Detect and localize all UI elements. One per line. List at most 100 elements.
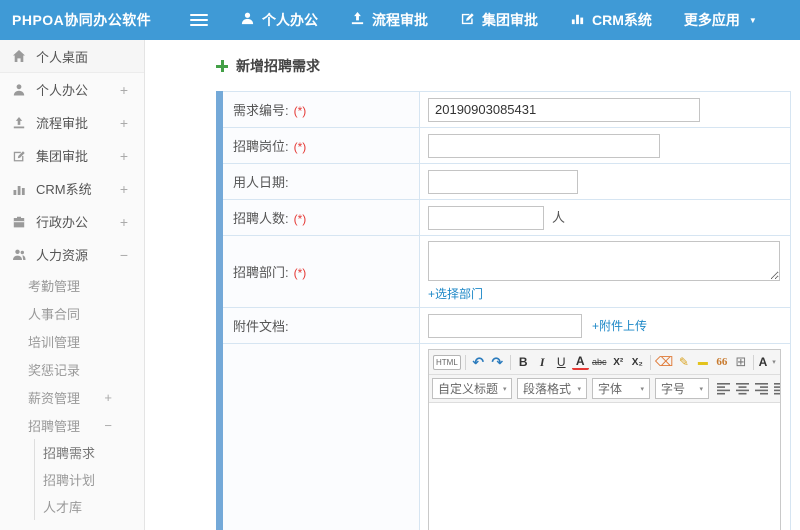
page-title: 新增招聘需求: [236, 58, 320, 74]
nav-crm-system[interactable]: CRM系统: [570, 10, 652, 30]
expand-toggle-icon[interactable]: +: [120, 181, 128, 197]
position-input[interactable]: [428, 133, 660, 158]
sidebar-item-label: 招聘计划: [43, 473, 96, 488]
sidebar-item-group-approval[interactable]: 集团审批 +: [0, 139, 144, 172]
sidebar-item-crm[interactable]: CRM系统 +: [0, 172, 144, 205]
sidebar-item-label: CRM系统: [36, 182, 92, 197]
sidebar-item-label: 薪资管理: [28, 390, 81, 406]
main-content: 新增招聘需求 需求编号: (*) 招聘岗位: (*) 用人日期:: [146, 40, 800, 530]
align-right-icon[interactable]: [753, 380, 770, 397]
sidebar-item-label: 考勤管理: [28, 278, 81, 294]
form-row-hire-date: 用人日期:: [219, 163, 791, 200]
nav-more-apps[interactable]: 更多应用 ▼: [684, 10, 757, 30]
editor-content-area[interactable]: [429, 403, 780, 530]
underline-icon[interactable]: U: [553, 353, 570, 371]
subscript-icon[interactable]: X₂: [629, 353, 646, 371]
field-label: 需求编号:: [233, 103, 289, 118]
sidebar-item-salary[interactable]: 薪资管理 +: [0, 383, 144, 411]
attachment-upload-link[interactable]: +附件上传: [592, 319, 647, 333]
sidebar-item-personal-office[interactable]: 个人办公 +: [0, 73, 144, 106]
sidebar-item-workflow-approval[interactable]: 流程审批 +: [0, 106, 144, 139]
sidebar-item-talent-pool[interactable]: 人才库: [35, 493, 144, 520]
bar-chart-icon: [12, 182, 27, 196]
upload-icon: [12, 116, 27, 130]
toolbar-separator: [509, 354, 511, 370]
nav-group-approval[interactable]: 集团审批: [460, 10, 538, 30]
sidebar-item-label: 人力资源: [36, 248, 89, 263]
demand-no-input[interactable]: [428, 97, 700, 122]
sidebar-item-recruit-plan[interactable]: 招聘计划: [35, 466, 144, 493]
italic-icon[interactable]: I: [534, 353, 551, 371]
sidebar-item-admin-office[interactable]: 行政办公 +: [0, 205, 144, 238]
user-icon: [12, 83, 27, 97]
font-size-dropdown[interactable]: 字号 ▾: [655, 378, 709, 399]
sidebar-item-hr[interactable]: 人力资源 −: [0, 238, 144, 271]
hire-date-input[interactable]: [428, 169, 578, 194]
undo-icon[interactable]: ↶: [470, 353, 487, 371]
font-size-icon[interactable]: A ▾: [758, 353, 776, 371]
sidebar-item-training[interactable]: 培训管理: [0, 327, 144, 355]
hamburger-icon[interactable]: [190, 11, 210, 29]
expand-toggle-icon[interactable]: +: [104, 390, 112, 405]
field-label: 用人日期:: [233, 175, 289, 190]
form-row-attachment: 附件文档: +附件上传: [219, 307, 791, 344]
recruit-submenu: 招聘需求 招聘计划 人才库: [34, 439, 144, 520]
nav-workflow-approval[interactable]: 流程审批: [350, 10, 428, 30]
sidebar-item-label: 人事合同: [28, 306, 81, 322]
collapse-toggle-icon[interactable]: −: [104, 418, 112, 433]
nav-label: 更多应用: [683, 12, 740, 28]
expand-toggle-icon[interactable]: +: [120, 82, 128, 98]
headcount-unit: 人: [552, 210, 566, 225]
sidebar-item-label: 奖惩记录: [28, 362, 81, 378]
bold-icon[interactable]: B: [515, 353, 532, 371]
align-justify-icon[interactable]: [772, 380, 780, 397]
chevron-down-icon: ▼: [748, 15, 757, 25]
headcount-input[interactable]: [428, 205, 544, 230]
sidebar-item-label: 行政办公: [36, 215, 89, 230]
remove-format-icon[interactable]: ⌫: [655, 353, 674, 371]
sidebar-item-desktop[interactable]: 个人桌面: [0, 40, 144, 73]
sidebar-item-recruit-mgmt[interactable]: 招聘管理 −: [0, 411, 144, 439]
redo-icon[interactable]: ↷: [489, 353, 506, 371]
select-department-link[interactable]: +选择部门: [428, 287, 483, 301]
expand-toggle-icon[interactable]: +: [120, 148, 128, 164]
format-painter-icon[interactable]: ✎: [675, 353, 692, 371]
attachment-input[interactable]: [428, 313, 582, 338]
font-color-icon[interactable]: A: [571, 354, 589, 370]
align-left-icon[interactable]: [715, 380, 732, 397]
blockquote-icon[interactable]: 66: [713, 353, 730, 371]
nav-personal-office[interactable]: 个人办公: [240, 10, 318, 30]
table-icon[interactable]: ⊞: [732, 353, 749, 371]
required-mark: (*): [293, 140, 307, 154]
sidebar-item-rewards[interactable]: 奖惩记录: [0, 355, 144, 383]
sidebar-item-label: 招聘管理: [28, 418, 81, 434]
upload-icon: [350, 11, 365, 29]
html-source-button[interactable]: HTML: [433, 354, 461, 370]
department-textarea[interactable]: [428, 241, 780, 281]
expand-toggle-icon[interactable]: +: [120, 214, 128, 230]
required-mark: (*): [293, 104, 307, 118]
topbar: PHPOA协同办公软件 个人办公 流程审批 集团审批 CRM系统 更多应用 ▼: [0, 0, 800, 40]
superscript-icon[interactable]: X²: [610, 353, 627, 371]
paragraph-format-dropdown[interactable]: 段落格式 ▾: [517, 378, 587, 399]
nav-label: 流程审批: [372, 12, 428, 28]
expand-toggle-icon[interactable]: +: [120, 115, 128, 131]
highlight-icon[interactable]: ▬: [694, 353, 711, 371]
nav-label: 个人办公: [262, 12, 318, 28]
collapse-toggle-icon[interactable]: −: [120, 247, 128, 263]
required-mark: (*): [293, 266, 307, 280]
user-icon: [240, 11, 255, 29]
sidebar-item-recruit-demand[interactable]: 招聘需求: [35, 439, 144, 466]
nav-label: 集团审批: [482, 12, 538, 28]
custom-heading-dropdown[interactable]: 自定义标题 ▾: [432, 378, 512, 399]
sidebar-item-hr-contract[interactable]: 人事合同: [0, 299, 144, 327]
sidebar-item-label: 流程审批: [36, 116, 89, 131]
align-center-icon[interactable]: [734, 380, 751, 397]
sidebar-item-attendance[interactable]: 考勤管理: [0, 271, 144, 299]
sidebar-item-label: 招聘需求: [43, 446, 96, 461]
strikethrough-icon[interactable]: abc: [591, 353, 608, 371]
toolbar-separator: [753, 354, 755, 370]
font-family-dropdown[interactable]: 字体 ▾: [592, 378, 650, 399]
sidebar-item-label: 培训管理: [28, 334, 81, 350]
editor-toolbar-row1: HTML ↶ ↷ B I U A abc X² X₂ ⌫ ✎ ▬ 66 ⊞ A …: [429, 350, 780, 375]
